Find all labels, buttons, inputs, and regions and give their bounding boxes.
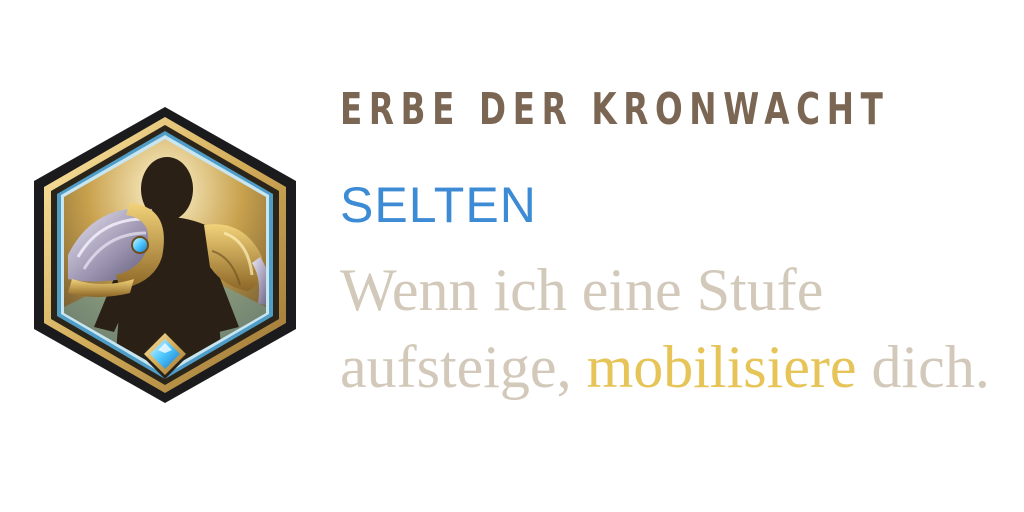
- description-keyword: mobilisiere: [586, 334, 857, 400]
- augment-description: Wenn ich eine Stufe aufsteige, mobilisie…: [340, 252, 1010, 406]
- augment-card: ERBE DER KRONWACHT SELTEN Wenn ich eine …: [0, 0, 1024, 512]
- augment-title: ERBE DER KRONWACHT: [340, 84, 890, 135]
- description-text-end: dich.: [871, 334, 990, 400]
- augment-icon-frame: [34, 107, 296, 403]
- augment-rarity-label: SELTEN: [340, 177, 537, 233]
